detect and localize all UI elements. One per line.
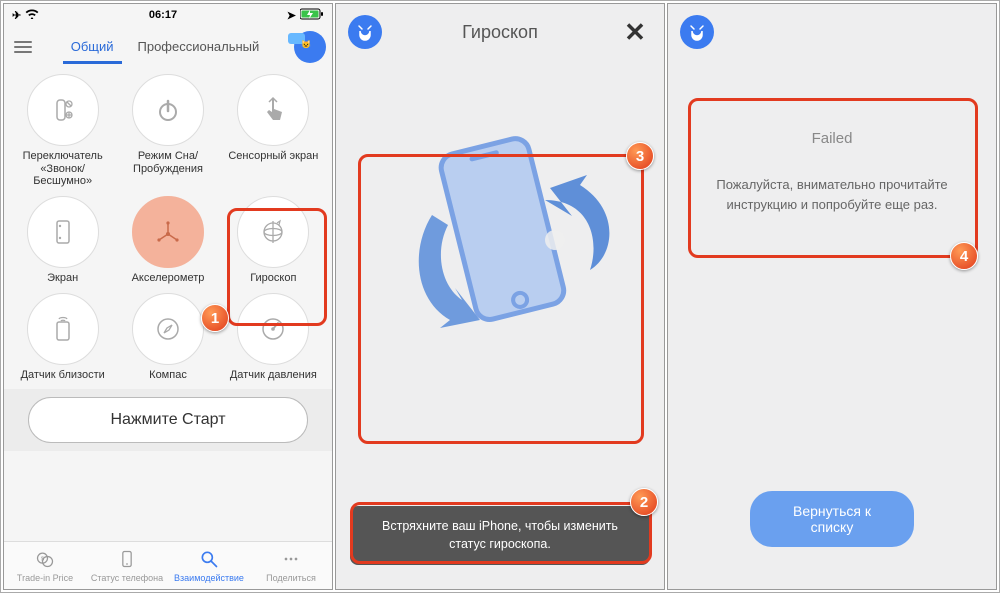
mascot-button[interactable] xyxy=(680,15,714,49)
phone-icon xyxy=(117,549,137,571)
battery-icon xyxy=(300,8,324,23)
test-label: Гироскоп xyxy=(250,272,296,285)
test-label: Акселерометр xyxy=(132,272,205,285)
test-item-touch[interactable]: Сенсорный экран xyxy=(221,72,326,194)
price-icon: $ xyxy=(35,549,55,571)
tab-general[interactable]: Общий xyxy=(69,36,116,58)
menu-icon[interactable] xyxy=(10,37,36,57)
display-icon xyxy=(27,196,99,268)
test-label: Датчик близости xyxy=(21,369,105,382)
gyroscope-illustration: 9 xyxy=(390,110,610,370)
test-item-display[interactable]: Экран xyxy=(10,194,115,291)
failed-title: Failed xyxy=(696,130,968,147)
switch-icon xyxy=(27,74,99,146)
bottom-tab-1[interactable]: Статус телефона xyxy=(86,542,168,589)
test-label: Датчик давления xyxy=(230,369,317,382)
mascot-button[interactable] xyxy=(348,15,382,49)
bottom-tab-0[interactable]: $ Trade-in Price xyxy=(4,542,86,589)
test-item-compass[interactable]: Компас xyxy=(115,291,220,388)
bottom-tab-label: Статус телефона xyxy=(91,573,163,583)
test-label: Компас xyxy=(149,369,187,382)
power-icon xyxy=(132,74,204,146)
panel2-title: Гироскоп xyxy=(462,22,538,43)
proximity-icon xyxy=(27,293,99,365)
test-label: Переключатель «Звонок/Бесшумно» xyxy=(13,150,113,188)
panel-failed: Failed Пожалуйста, внимательно прочитайт… xyxy=(667,3,997,590)
gyro-icon xyxy=(237,196,309,268)
accel-icon xyxy=(132,196,204,268)
status-time: 06:17 xyxy=(149,9,177,21)
airplane-icon: ✈ xyxy=(12,9,21,22)
test-label: Режим Сна/Пробуждения xyxy=(118,150,218,175)
touch-icon xyxy=(237,74,309,146)
wifi-icon xyxy=(25,8,39,22)
instruction-toast: Встряхните ваш iPhone, чтобы изменить ст… xyxy=(350,506,650,565)
panel-tests-list: ✈ 06:17 ➤ Общий Профессиональный 😺 Перек… xyxy=(3,3,333,590)
status-bar: ✈ 06:17 ➤ xyxy=(4,4,332,26)
location-icon: ➤ xyxy=(287,9,296,22)
annotation-number-4: 4 xyxy=(950,242,978,270)
bottom-tab-label: Trade-in Price xyxy=(17,573,73,583)
return-to-list-button[interactable]: Вернуться к списку xyxy=(750,491,914,547)
bottom-tab-3[interactable]: Поделиться xyxy=(250,542,332,589)
test-item-pressure[interactable]: Датчик давления xyxy=(221,291,326,388)
pressure-icon xyxy=(237,293,309,365)
test-label: Сенсорный экран xyxy=(228,150,318,163)
test-item-power[interactable]: Режим Сна/Пробуждения xyxy=(115,72,220,194)
bottom-tab-label: Взаимодействие xyxy=(174,573,244,583)
bottom-tab-2[interactable]: Взаимодействие xyxy=(168,542,250,589)
start-button[interactable]: Нажмите Старт xyxy=(28,397,308,443)
test-item-switch[interactable]: Переключатель «Звонок/Бесшумно» xyxy=(10,72,115,194)
test-label: Экран xyxy=(47,272,78,285)
pro-badge-button[interactable]: 😺 xyxy=(294,31,326,63)
tab-professional[interactable]: Профессиональный xyxy=(136,36,262,58)
close-icon[interactable]: ✕ xyxy=(618,17,652,48)
panel-gyroscope-test: Гироскоп ✕ 9 Встряхните ваш iPhone, ч xyxy=(335,3,665,590)
compass-icon xyxy=(132,293,204,365)
dots-icon xyxy=(281,549,301,571)
failed-message: Пожалуйста, внимательно прочитайте инстр… xyxy=(696,175,968,214)
test-item-accel[interactable]: Акселерометр xyxy=(115,194,220,291)
test-item-gyro[interactable]: Гироскоп xyxy=(221,194,326,291)
test-item-proximity[interactable]: Датчик близости xyxy=(10,291,115,388)
search-icon xyxy=(199,549,219,571)
bottom-tab-label: Поделиться xyxy=(266,573,316,583)
